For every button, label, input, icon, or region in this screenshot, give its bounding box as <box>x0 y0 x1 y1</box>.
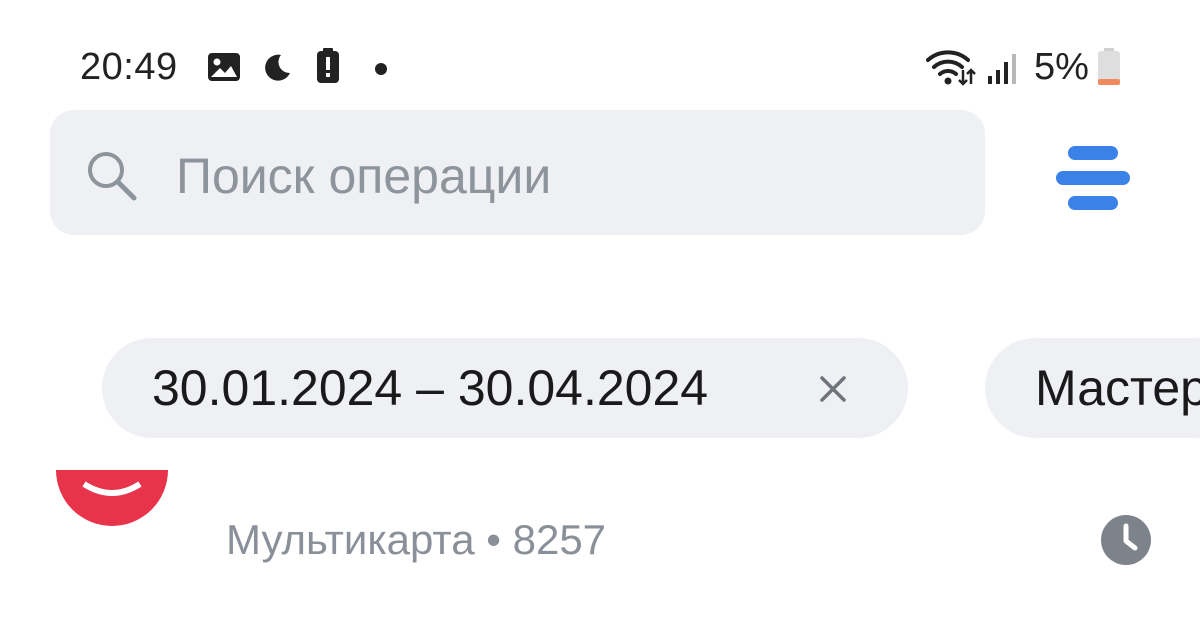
notification-dot-icon <box>375 63 387 75</box>
card-filter-label: Мастер <box>1035 360 1200 416</box>
filter-button[interactable] <box>1046 140 1140 220</box>
signal-icon <box>988 54 1016 84</box>
clock-icon <box>1101 515 1151 565</box>
bank-logo-icon <box>56 470 168 526</box>
gallery-icon <box>208 53 240 81</box>
filter-icon <box>1056 146 1130 210</box>
date-range-label: 30.01.2024 – 30.04.2024 <box>152 360 709 416</box>
card-filter-chip[interactable]: Мастер <box>985 338 1200 438</box>
search-input-placeholder[interactable]: Поиск операции <box>176 146 551 206</box>
close-icon[interactable] <box>818 374 848 404</box>
battery-percent: 5% <box>1034 46 1089 88</box>
operation-row[interactable]: Мультикарта • 8257 <box>0 470 1200 628</box>
battery-alert-icon <box>317 48 339 83</box>
status-time: 20:49 <box>80 46 178 88</box>
search-icon <box>88 152 137 201</box>
moon-icon <box>265 54 290 81</box>
date-range-chip[interactable]: 30.01.2024 – 30.04.2024 <box>102 338 908 438</box>
operation-subtitle: Мультикарта • 8257 <box>226 516 607 563</box>
wifi-icon <box>926 50 976 86</box>
battery-low-icon <box>1098 48 1120 85</box>
status-bar: 20:49 5% <box>0 0 1200 110</box>
